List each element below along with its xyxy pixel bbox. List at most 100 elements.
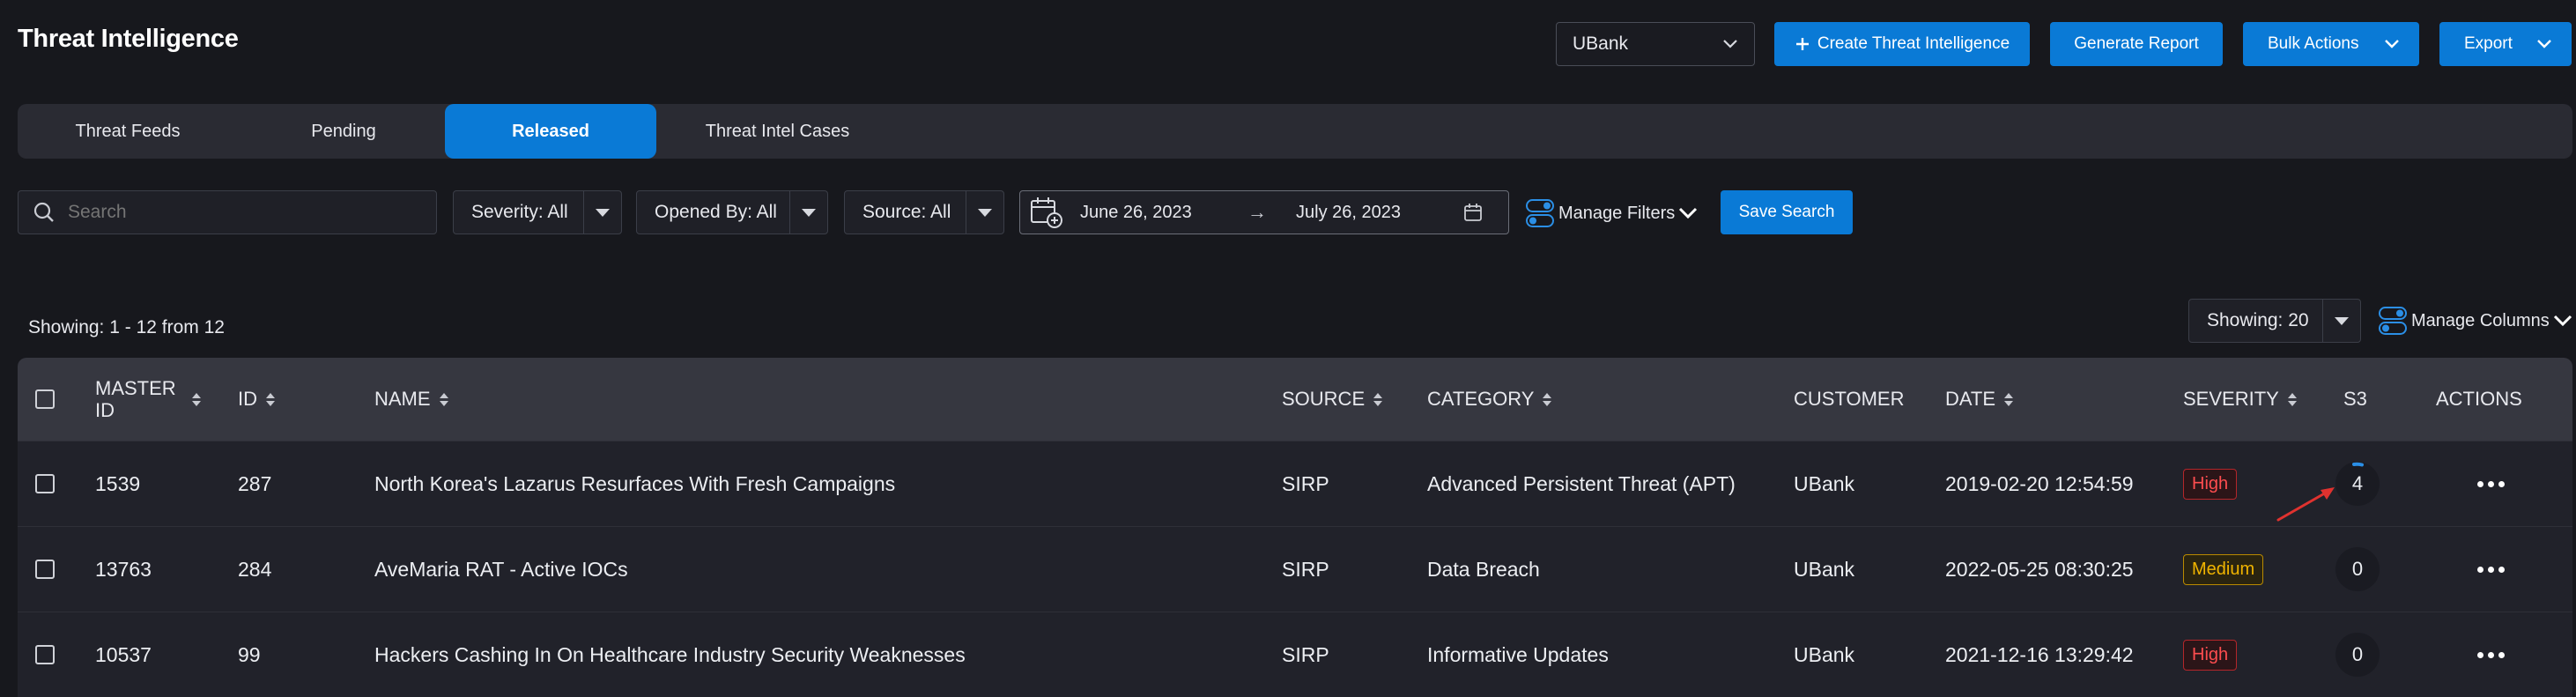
chevron-down-icon	[1679, 207, 1698, 219]
column-id[interactable]: ID	[238, 358, 275, 441]
column-s3-label: S3	[2343, 388, 2367, 410]
sort-icon	[266, 392, 275, 406]
cell-severity: High	[2183, 441, 2238, 526]
select-all-checkbox[interactable]	[35, 389, 55, 409]
table-row[interactable]: 13763 284 AveMaria RAT - Active IOCs SIR…	[18, 526, 2572, 612]
calendar-add-icon	[1031, 197, 1062, 228]
cell-date: 2021-12-16 13:29:42	[1945, 642, 2134, 666]
opened-by-filter-label: Opened By: All	[655, 202, 777, 222]
organization-select-value: UBank	[1573, 33, 1629, 54]
row-checkbox[interactable]	[35, 645, 55, 664]
create-threat-intelligence-button[interactable]: Create Threat Intelligence	[1774, 22, 2030, 66]
cell-master-id: 13763	[95, 557, 152, 581]
search-input[interactable]	[56, 201, 436, 224]
column-actions-label: ACTIONS	[2436, 388, 2522, 410]
s3-score[interactable]: 0	[2335, 547, 2380, 591]
table-row[interactable]: 10537 99 Hackers Cashing In On Healthcar…	[18, 612, 2572, 697]
plus-icon	[1795, 38, 1809, 50]
generate-report-button[interactable]: Generate Report	[2050, 22, 2223, 66]
date-to[interactable]: July 26, 2023	[1296, 203, 1463, 223]
search-box[interactable]	[18, 190, 437, 234]
column-customer: CUSTOMER	[1794, 358, 1905, 441]
s3-score[interactable]: 0	[2335, 633, 2380, 677]
source-filter[interactable]: Source: All	[844, 190, 1004, 234]
sort-icon	[2004, 392, 2014, 406]
cell-id: 287	[238, 471, 272, 495]
manage-filters-label: Manage Filters	[1558, 203, 1676, 223]
severity-badge: Medium	[2183, 553, 2264, 585]
sort-icon	[439, 392, 448, 406]
organization-select[interactable]: UBank	[1556, 22, 1755, 66]
manage-columns-button[interactable]: Manage Columns	[2378, 303, 2572, 338]
cell-customer: UBank	[1794, 642, 1855, 666]
cell-actions	[2477, 527, 2505, 612]
chevron-down-icon	[2385, 40, 2399, 48]
row-checkbox[interactable]	[35, 560, 55, 579]
cell-master-id: 1539	[95, 471, 141, 495]
caret-down-icon	[596, 208, 610, 217]
column-category[interactable]: CATEGORY	[1427, 358, 1552, 441]
column-severity[interactable]: SEVERITY	[2183, 358, 2297, 441]
sort-icon	[1543, 392, 1552, 406]
tab-threat-feeds[interactable]: Threat Feeds	[18, 104, 238, 159]
page-size-select[interactable]: Showing: 20	[2188, 299, 2361, 343]
cell-source: SIRP	[1282, 642, 1329, 666]
more-actions-icon[interactable]	[2477, 480, 2505, 487]
severity-badge: High	[2183, 639, 2238, 671]
row-checkbox[interactable]	[35, 474, 55, 493]
source-filter-label: Source: All	[862, 202, 951, 222]
column-source[interactable]: SOURCE	[1282, 358, 1383, 441]
cell-category: Data Breach	[1427, 557, 1540, 581]
export-button[interactable]: Export	[2439, 22, 2572, 66]
page-title: Threat Intelligence	[18, 25, 239, 53]
column-master-id-label: MASTER ID	[95, 376, 176, 421]
severity-dropdown-toggle[interactable]	[583, 191, 621, 234]
date-range-picker[interactable]: June 26, 2023 → July 26, 2023	[1019, 190, 1509, 234]
table-row[interactable]: 1539 287 North Korea's Lazarus Resurface…	[18, 441, 2572, 526]
create-threat-intelligence-label: Create Threat Intelligence	[1817, 34, 2010, 53]
source-dropdown-toggle[interactable]	[966, 191, 1003, 234]
bulk-actions-button[interactable]: Bulk Actions	[2243, 22, 2419, 66]
column-name[interactable]: NAME	[374, 358, 448, 441]
cell-customer: UBank	[1794, 557, 1855, 581]
column-master-id[interactable]: MASTER ID	[95, 358, 210, 441]
search-icon	[33, 202, 54, 222]
severity-filter[interactable]: Severity: All	[453, 190, 622, 234]
tab-threat-intel-cases[interactable]: Threat Intel Cases	[656, 104, 899, 159]
caret-down-icon	[978, 208, 992, 217]
opened-by-filter[interactable]: Opened By: All	[636, 190, 828, 234]
date-from[interactable]: June 26, 2023	[1080, 203, 1247, 223]
cell-severity: High	[2183, 612, 2238, 697]
manage-filters-button[interactable]: Manage Filters	[1525, 196, 1698, 231]
severity-badge: High	[2183, 468, 2238, 500]
tab-pending[interactable]: Pending	[238, 104, 449, 159]
cell-name[interactable]: Hackers Cashing In On Healthcare Industr…	[374, 612, 966, 697]
more-actions-icon[interactable]	[2477, 566, 2505, 573]
cell-name[interactable]: AveMaria RAT - Active IOCs	[374, 527, 628, 612]
opened-by-dropdown-toggle[interactable]	[789, 191, 827, 234]
cell-category: Advanced Persistent Threat (APT)	[1427, 471, 1736, 495]
page-size-dropdown-toggle[interactable]	[2322, 300, 2360, 342]
cell-customer: UBank	[1794, 471, 1855, 495]
cell-name[interactable]: North Korea's Lazarus Resurfaces With Fr…	[374, 441, 895, 526]
cell-severity: Medium	[2183, 527, 2264, 612]
column-actions: ACTIONS	[2436, 358, 2522, 441]
column-toggle-icon	[2379, 307, 2407, 335]
export-label: Export	[2464, 34, 2513, 53]
save-search-button[interactable]: Save Search	[1721, 190, 1853, 234]
column-source-label: SOURCE	[1282, 388, 1366, 410]
select-all-cell	[35, 358, 55, 441]
chevron-down-icon	[1723, 40, 1737, 48]
column-severity-label: SEVERITY	[2183, 388, 2279, 410]
column-date[interactable]: DATE	[1945, 358, 2014, 441]
table-header: MASTER ID ID NAME SOURCE CATEGORY CUSTOM…	[18, 358, 2572, 441]
s3-score-value: 0	[2351, 558, 2364, 580]
cell-s3: 0	[2335, 527, 2380, 612]
tab-released[interactable]: Released	[445, 104, 656, 159]
calendar-icon[interactable]	[1463, 203, 1483, 222]
save-search-label: Save Search	[1738, 203, 1835, 221]
more-actions-icon[interactable]	[2477, 651, 2505, 658]
caret-down-icon	[802, 208, 816, 217]
caret-down-icon	[2335, 316, 2349, 325]
cell-source: SIRP	[1282, 557, 1329, 581]
